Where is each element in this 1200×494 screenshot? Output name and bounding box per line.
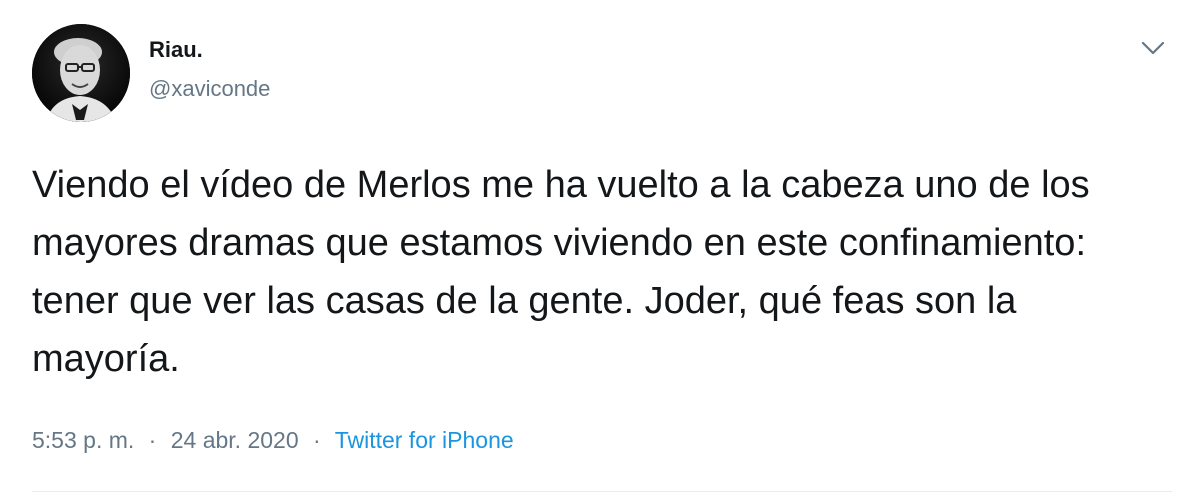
tweet-metadata: 5:53 p. m. · 24 abr. 2020 · Twitter for … [32,424,514,456]
tweet-source-link[interactable]: Twitter for iPhone [335,427,514,453]
divider [32,491,1172,492]
separator-dot: · [313,427,321,453]
tweet-text: Viendo el vídeo de Merlos me ha vuelto a… [32,164,1090,380]
tweet-date[interactable]: 24 abr. 2020 [171,427,299,453]
tweet-card: Riau. @xaviconde Viendo el vídeo de Merl… [0,0,1200,494]
avatar-photo [32,24,130,122]
display-name[interactable]: Riau. [149,36,270,64]
user-handle[interactable]: @xaviconde [149,75,270,103]
separator-dot: · [148,427,157,453]
tweet-menu-button[interactable] [1140,38,1166,58]
tweet-time[interactable]: 5:53 p. m. [32,427,134,453]
chevron-down-icon [1141,41,1165,55]
user-info: Riau. @xaviconde [149,36,270,103]
avatar[interactable] [32,24,130,122]
